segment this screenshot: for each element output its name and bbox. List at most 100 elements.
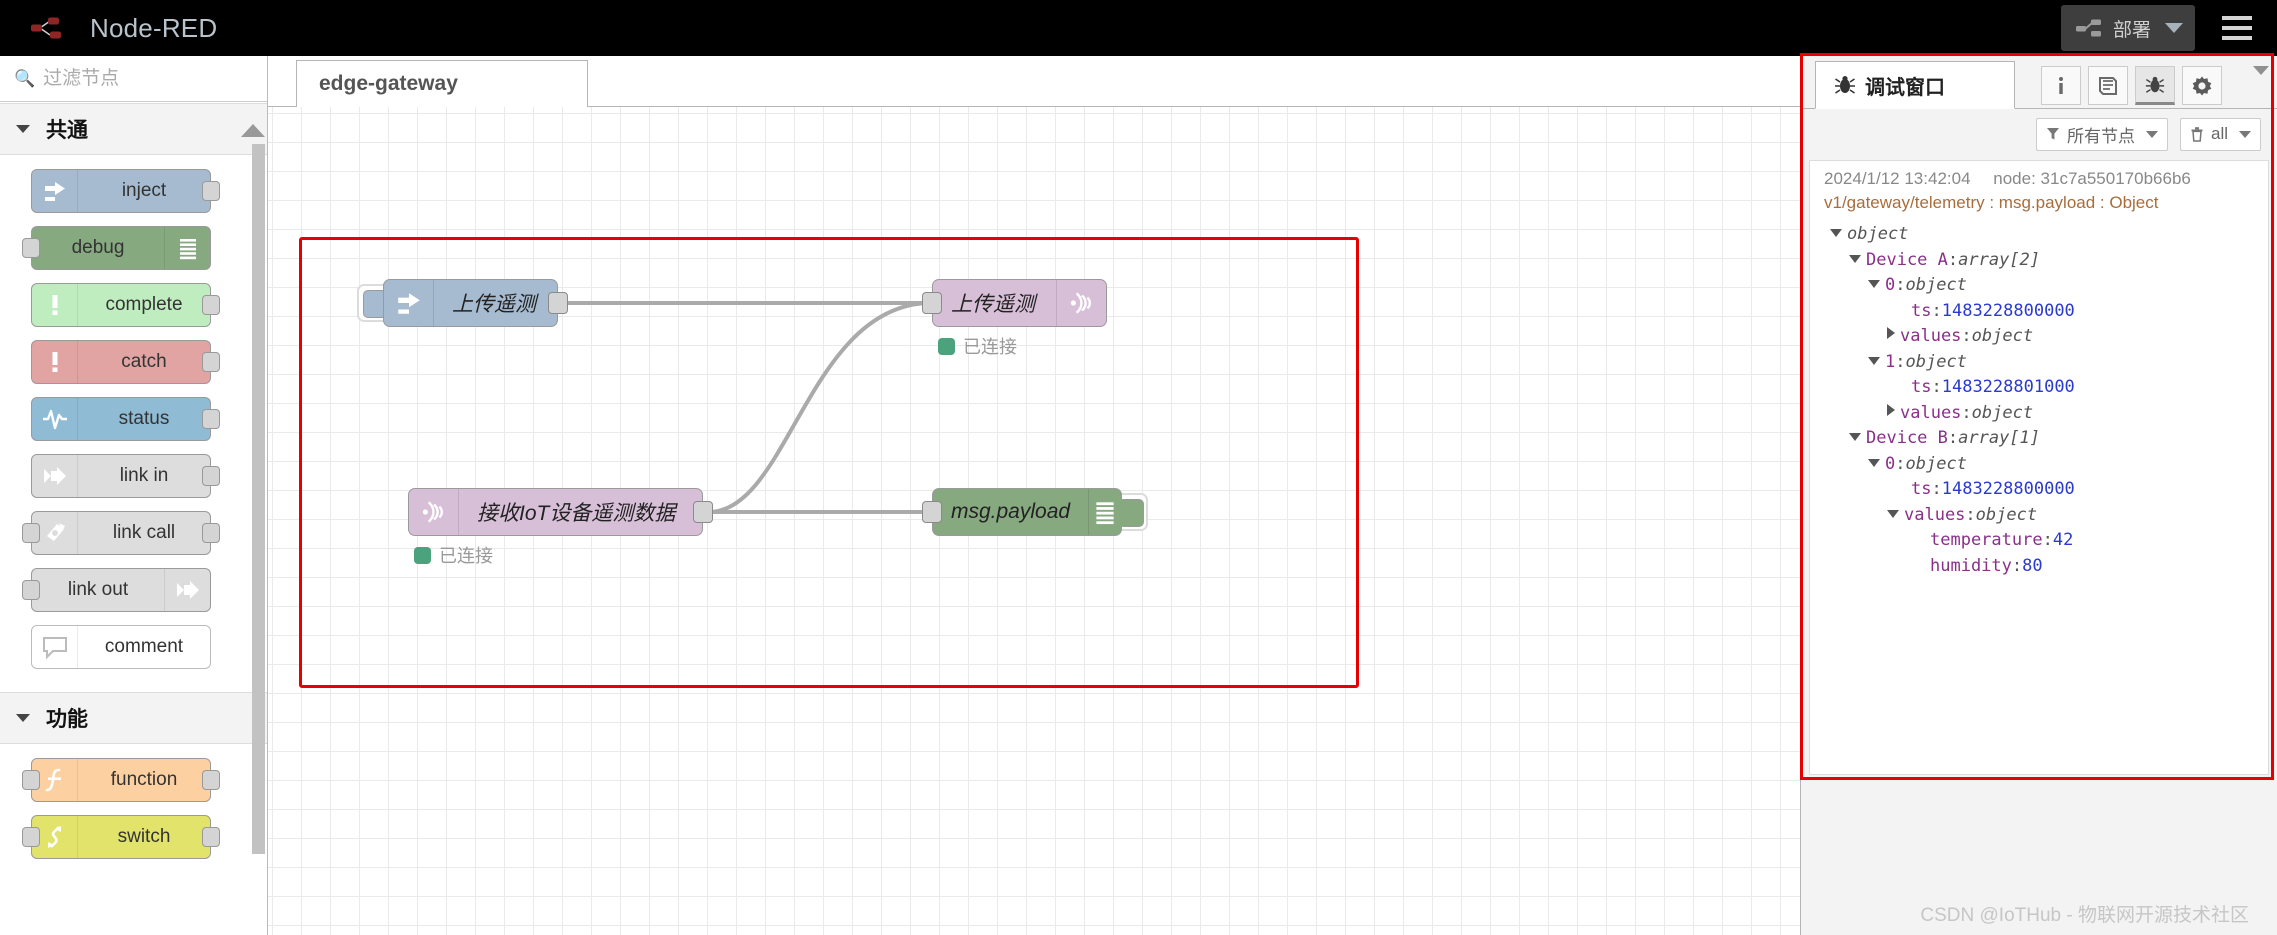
debug-tree-separator: : [1961, 326, 1972, 346]
debug-tree-row[interactable]: temperature: 42 [1824, 528, 2268, 554]
bug-icon [1835, 76, 1855, 94]
debug-tree-row[interactable]: object [1824, 222, 2268, 248]
sidebar-btn-info[interactable] [2041, 66, 2081, 105]
debug-tree-row[interactable]: values: object [1824, 324, 2268, 350]
debug-tree-key: ts [1911, 479, 1932, 499]
flow-node-inject-upload-telemetry[interactable]: 上传遥测 [383, 279, 568, 327]
palette-node-port-out[interactable] [202, 295, 220, 315]
watermark-text: CSDN @IoTHub - 物联网开源技术社区 [1920, 905, 2249, 926]
flow-node-port-in[interactable] [922, 501, 942, 523]
sidebar-btn-help[interactable] [2088, 66, 2128, 105]
palette-node-inject[interactable]: inject [31, 169, 220, 213]
palette-node-link-call[interactable]: link call [22, 511, 220, 555]
palette-search-bar[interactable]: 🔍 [0, 56, 267, 102]
flow-tab-edge-gateway[interactable]: edge-gateway [296, 60, 588, 107]
palette-node-link-out[interactable]: link out [22, 568, 211, 612]
deploy-button[interactable]: 部署 [2060, 5, 2195, 51]
debug-tree-row[interactable]: ts: 1483228800000 [1824, 477, 2268, 503]
palette-node-catch[interactable]: catch [31, 340, 220, 384]
palette-category-function[interactable]: 功能 [0, 692, 267, 744]
debug-tree-row[interactable]: 1: object [1824, 350, 2268, 376]
palette-node-status[interactable]: status [31, 397, 220, 441]
search-icon: 🔍 [14, 68, 36, 88]
debug-tree-separator: : [1965, 504, 1976, 525]
flow-node-port-out[interactable] [548, 292, 568, 314]
palette-node-debug[interactable]: debug [22, 226, 211, 270]
info-i-icon [2059, 76, 2063, 94]
debug-tree-row[interactable]: Device A: array[2] [1824, 248, 2268, 274]
palette-scrollbar[interactable] [252, 144, 265, 854]
flow-node-port-out[interactable] [693, 501, 713, 523]
flow-node-status: 已连接 [414, 542, 493, 568]
palette-node-port-out[interactable] [202, 409, 220, 429]
palette-node-complete[interactable]: complete [31, 283, 220, 327]
flow-wires [564, 301, 929, 515]
comment-bubble-icon [42, 637, 67, 660]
palette-node-switch[interactable]: switch [22, 815, 220, 859]
debug-tree-row[interactable]: Device B: array[1] [1824, 426, 2268, 452]
debug-tree-key: values [1900, 402, 1962, 423]
debug-message-list[interactable]: 2024/1/12 13:42:04 node: 31c7a550170b66b… [1809, 160, 2269, 775]
debug-tree-row[interactable]: ts: 1483228800000 [1824, 299, 2268, 325]
palette-node-port-in[interactable] [22, 238, 40, 258]
palette-node-icon-box [32, 284, 78, 326]
palette-node-function[interactable]: function [22, 758, 220, 802]
debug-clear-dropdown[interactable]: all [2179, 117, 2261, 151]
sidebar-tab-debug[interactable]: 调试窗口 [1815, 61, 2015, 109]
sidebar-btn-debug[interactable] [2135, 66, 2175, 105]
bug-icon [2145, 76, 2165, 93]
palette-scroll-up-arrow[interactable] [241, 124, 265, 137]
palette-node-port-in[interactable] [22, 580, 40, 600]
mqtt-wave-icon [1070, 292, 1091, 314]
deploy-label: 部署 [2112, 19, 2151, 41]
status-dot [414, 546, 431, 564]
palette-node-port-out[interactable] [202, 523, 220, 543]
palette-node-port-out[interactable] [202, 352, 220, 372]
hamburger-menu-icon[interactable] [2209, 0, 2265, 56]
palette-node-label: comment [104, 636, 184, 657]
sidebar-collapse-button[interactable] [2253, 66, 2269, 93]
palette-category-common[interactable]: 共通 [0, 103, 267, 155]
palette-node-port-in[interactable] [22, 523, 40, 543]
caret-down-icon[interactable] [1868, 356, 1880, 365]
sidebar-btn-settings[interactable] [2182, 66, 2222, 105]
caret-down-icon[interactable] [1887, 509, 1899, 518]
palette-node-comment[interactable]: comment [31, 625, 211, 669]
flow-node-icon-box [1056, 280, 1106, 326]
palette-node-port-in[interactable] [22, 770, 40, 790]
caret-down-icon[interactable] [1849, 254, 1861, 263]
flow-node-mqtt-out-upload-telemetry[interactable]: 上传遥测 [922, 279, 1107, 327]
palette-node-port-out[interactable] [202, 181, 220, 201]
debug-node-filter-label: 所有节点 [2066, 126, 2135, 146]
debug-tree-row[interactable]: 0: object [1824, 452, 2268, 478]
palette-node-port-out[interactable] [202, 466, 220, 486]
debug-tree-row[interactable]: 0: object [1824, 273, 2268, 299]
debug-tree-row[interactable]: ts: 1483228801000 [1824, 375, 2268, 401]
palette-node-icon-box [164, 227, 210, 269]
debug-tree-row[interactable]: humidity: 80 [1824, 554, 2268, 580]
palette-search-input[interactable] [43, 67, 244, 90]
caret-right-icon[interactable] [1887, 403, 1895, 416]
caret-down-icon[interactable] [1868, 458, 1880, 467]
debug-tree-row[interactable]: values: object [1824, 503, 2268, 529]
debug-message-meta: 2024/1/12 13:42:04 node: 31c7a550170b66b… [1824, 169, 2268, 189]
caret-down-icon[interactable] [1868, 280, 1880, 288]
debug-node-filter-dropdown[interactable]: 所有节点 [2035, 117, 2168, 151]
app-header: Node-RED 部署 [0, 0, 2277, 56]
flow-node-debug-msg-payload[interactable]: msg.payload [922, 488, 1122, 536]
palette-node-link-in[interactable]: link in [31, 454, 220, 498]
flow-node-mqtt-in-receive-telemetry[interactable]: 接收IoT设备遥测数据 [408, 488, 713, 536]
debug-json-tree[interactable]: object Device A: array[2] 0: object ts: 148… [1824, 222, 2268, 579]
deploy-caret-icon[interactable] [2165, 23, 2183, 33]
palette-node-port-in[interactable] [22, 827, 40, 847]
flow-node-port-in[interactable] [922, 292, 942, 314]
hamburger-bar-2 [2222, 26, 2252, 30]
caret-down-icon[interactable] [1830, 229, 1842, 237]
palette-node-port-out[interactable] [202, 827, 220, 847]
caret-down-icon[interactable] [1849, 433, 1861, 441]
debug-topic-line: v1/gateway/telemetry : msg.payload : Obj… [1824, 193, 2159, 212]
function-f-icon [45, 768, 61, 792]
caret-right-icon[interactable] [1887, 327, 1895, 339]
debug-tree-row[interactable]: values: object [1824, 401, 2268, 427]
palette-node-port-out[interactable] [202, 770, 220, 790]
